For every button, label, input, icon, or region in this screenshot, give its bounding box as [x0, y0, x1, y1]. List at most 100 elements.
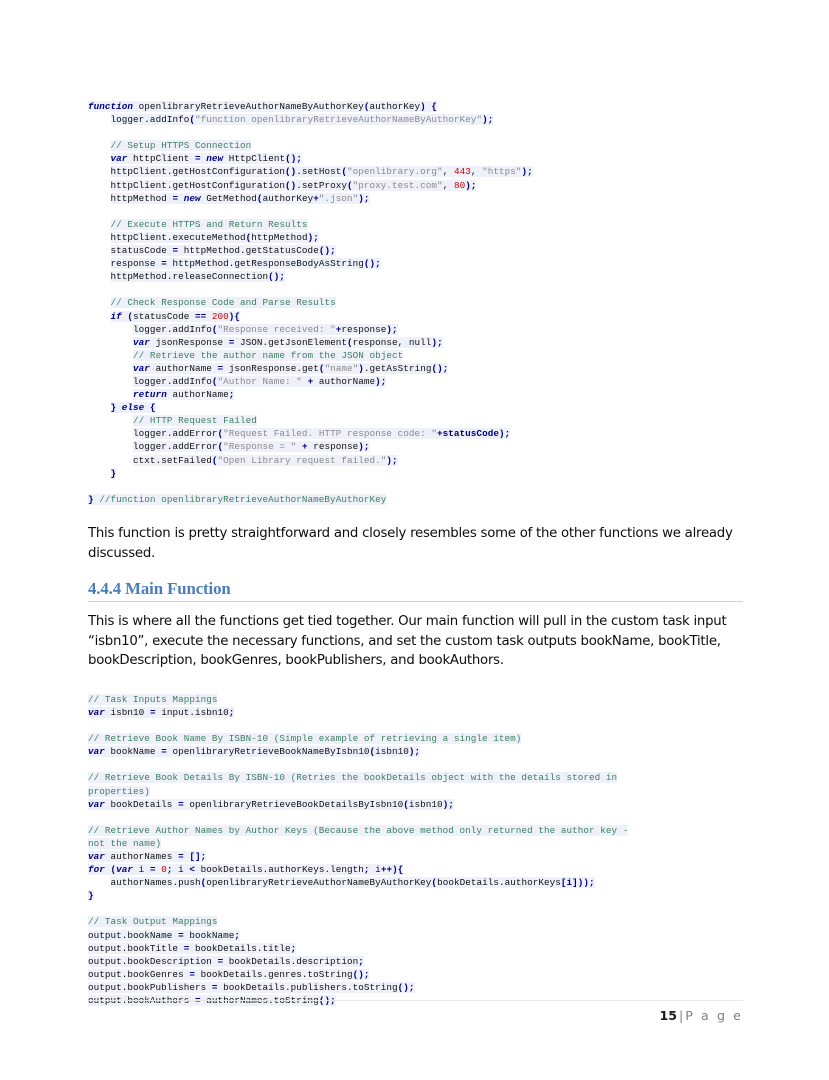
code-token: not the name)	[88, 837, 162, 849]
code-token: ) {	[420, 101, 438, 112]
code-line: // Check Response Code and Parse Results	[88, 296, 743, 309]
code-token: var	[88, 851, 105, 862]
code-token: ();	[431, 362, 449, 374]
code-line: logger.addInfo("Response received: "+res…	[88, 323, 743, 336]
code-token: ;	[234, 929, 241, 941]
code-token: // Retrieve Book Name By ISBN-10 (Simple…	[88, 733, 522, 745]
code-line: httpClient.getHostConfiguration().setPro…	[88, 179, 743, 192]
code-line: var authorName = jsonResponse.get("name"…	[88, 362, 743, 375]
code-line-text: for (var i = 0; i < bookDetails.authorKe…	[88, 864, 404, 876]
code-line: // HTTP Request Failed	[88, 414, 743, 427]
code-line-text: var isbn10 = input.isbn10;	[88, 706, 235, 718]
code-token: response	[341, 323, 387, 335]
code-token: GetMethod	[200, 192, 257, 204]
code-line-text: }	[88, 890, 94, 902]
code-token: );	[358, 192, 370, 204]
code-line-text: httpClient.getHostConfiguration().setPro…	[110, 179, 477, 191]
code-line: httpClient.executeMethod(httpMethod);	[88, 231, 743, 244]
code-token: authorName	[149, 362, 218, 374]
code-line: for (var i = 0; i < bookDetails.authorKe…	[88, 863, 743, 876]
code-line-text: // Retrieve the author name from the JSO…	[133, 349, 404, 361]
code-token: bookDetails.publishers.toString	[217, 981, 398, 993]
code-line-text: if (statusCode == 200){	[110, 310, 241, 322]
code-token: //function openlibraryRetrieveAuthorName…	[93, 493, 387, 505]
code-line-text: // Execute HTTPS and Return Results	[110, 218, 308, 230]
code-line-text: // Task Inputs Mappings	[88, 693, 218, 705]
code-line: httpMethod = new GetMethod(authorKey+".j…	[88, 192, 743, 205]
code-token: bookDetails.description	[223, 955, 359, 967]
code-line-text: authorNames.push(openlibraryRetrieveAuth…	[110, 877, 595, 889]
code-token: authorKey	[369, 101, 421, 112]
page-footer: 15 | P a g e	[88, 1000, 743, 1023]
code-token: ()	[285, 179, 297, 191]
code-line: // Task Output Mappings	[88, 915, 743, 928]
code-token: new	[183, 192, 201, 204]
code-token: isbn10	[375, 746, 409, 758]
code-token: input.isbn10	[155, 706, 229, 718]
code-line-text: output.bookTitle = bookDetails.title;	[88, 942, 297, 954]
code-token: authorName	[166, 389, 229, 401]
code-line-text: var bookDetails = openlibraryRetrieveBoo…	[88, 798, 454, 810]
code-block-author-name-function: function openlibraryRetrieveAuthorNameBy…	[88, 100, 743, 506]
code-token: logger.addInfo	[133, 375, 212, 387]
code-token: bookName	[183, 929, 235, 941]
code-token: statusCode	[133, 310, 195, 322]
code-token: ,	[442, 166, 454, 178]
code-line: properties)	[88, 785, 743, 798]
code-token: logger.addInfo	[133, 323, 212, 335]
code-token: output.bookDescription	[88, 955, 218, 967]
code-token: // Retrieve the author name from the JSO…	[133, 349, 404, 361]
code-token: ();	[318, 245, 336, 257]
code-token: function	[88, 101, 134, 112]
code-line-text: } //function openlibraryRetrieveAuthorNa…	[88, 493, 387, 505]
code-token: "name"	[324, 362, 359, 374]
code-line-text: // Retrieve Book Name By ISBN-10 (Simple…	[88, 733, 522, 745]
code-token: response	[110, 258, 162, 270]
code-token: );	[482, 114, 494, 126]
code-line-text: output.bookName = bookName;	[88, 929, 241, 941]
code-token: ;	[358, 955, 364, 967]
document-page: function openlibraryRetrieveAuthorNameBy…	[0, 0, 829, 1080]
code-token: "Response received: "	[217, 323, 336, 335]
code-token: response	[307, 441, 359, 453]
code-token: ,	[470, 166, 483, 178]
code-line-text: httpMethod.releaseConnection();	[110, 271, 286, 283]
code-line-text: logger.addError("Request Failed. HTTP re…	[133, 428, 511, 440]
footer-separator: |	[678, 1008, 684, 1023]
code-token: i	[178, 864, 190, 876]
code-token: ".json"	[318, 192, 359, 204]
code-line: } else {	[88, 401, 743, 414]
code-token: [];	[189, 851, 207, 862]
code-token: );	[465, 179, 477, 191]
code-token: httpClient	[127, 153, 195, 165]
code-token: }	[88, 890, 94, 902]
code-token: jsonResponse.get	[223, 362, 319, 374]
code-line-text: output.bookGenres = bookDetails.genres.t…	[88, 968, 370, 980]
code-token: var	[88, 798, 105, 810]
code-line-text: var httpClient = new HttpClient();	[110, 153, 302, 165]
code-token: var	[116, 864, 134, 876]
code-line-text: var authorName = jsonResponse.get("name"…	[133, 362, 449, 374]
code-line: not the name)	[88, 837, 743, 850]
code-token: ;	[363, 864, 376, 876]
code-token: ++){	[380, 864, 404, 876]
code-line: ctxt.setFailed("Open Library request fai…	[88, 454, 743, 467]
code-token: bookDetails.authorKeys.length	[195, 864, 364, 876]
code-token: openlibraryRetrieveBookDetailsByIsbn10	[183, 798, 404, 810]
code-token: httpMethod.getResponseBodyAsString	[166, 258, 364, 270]
